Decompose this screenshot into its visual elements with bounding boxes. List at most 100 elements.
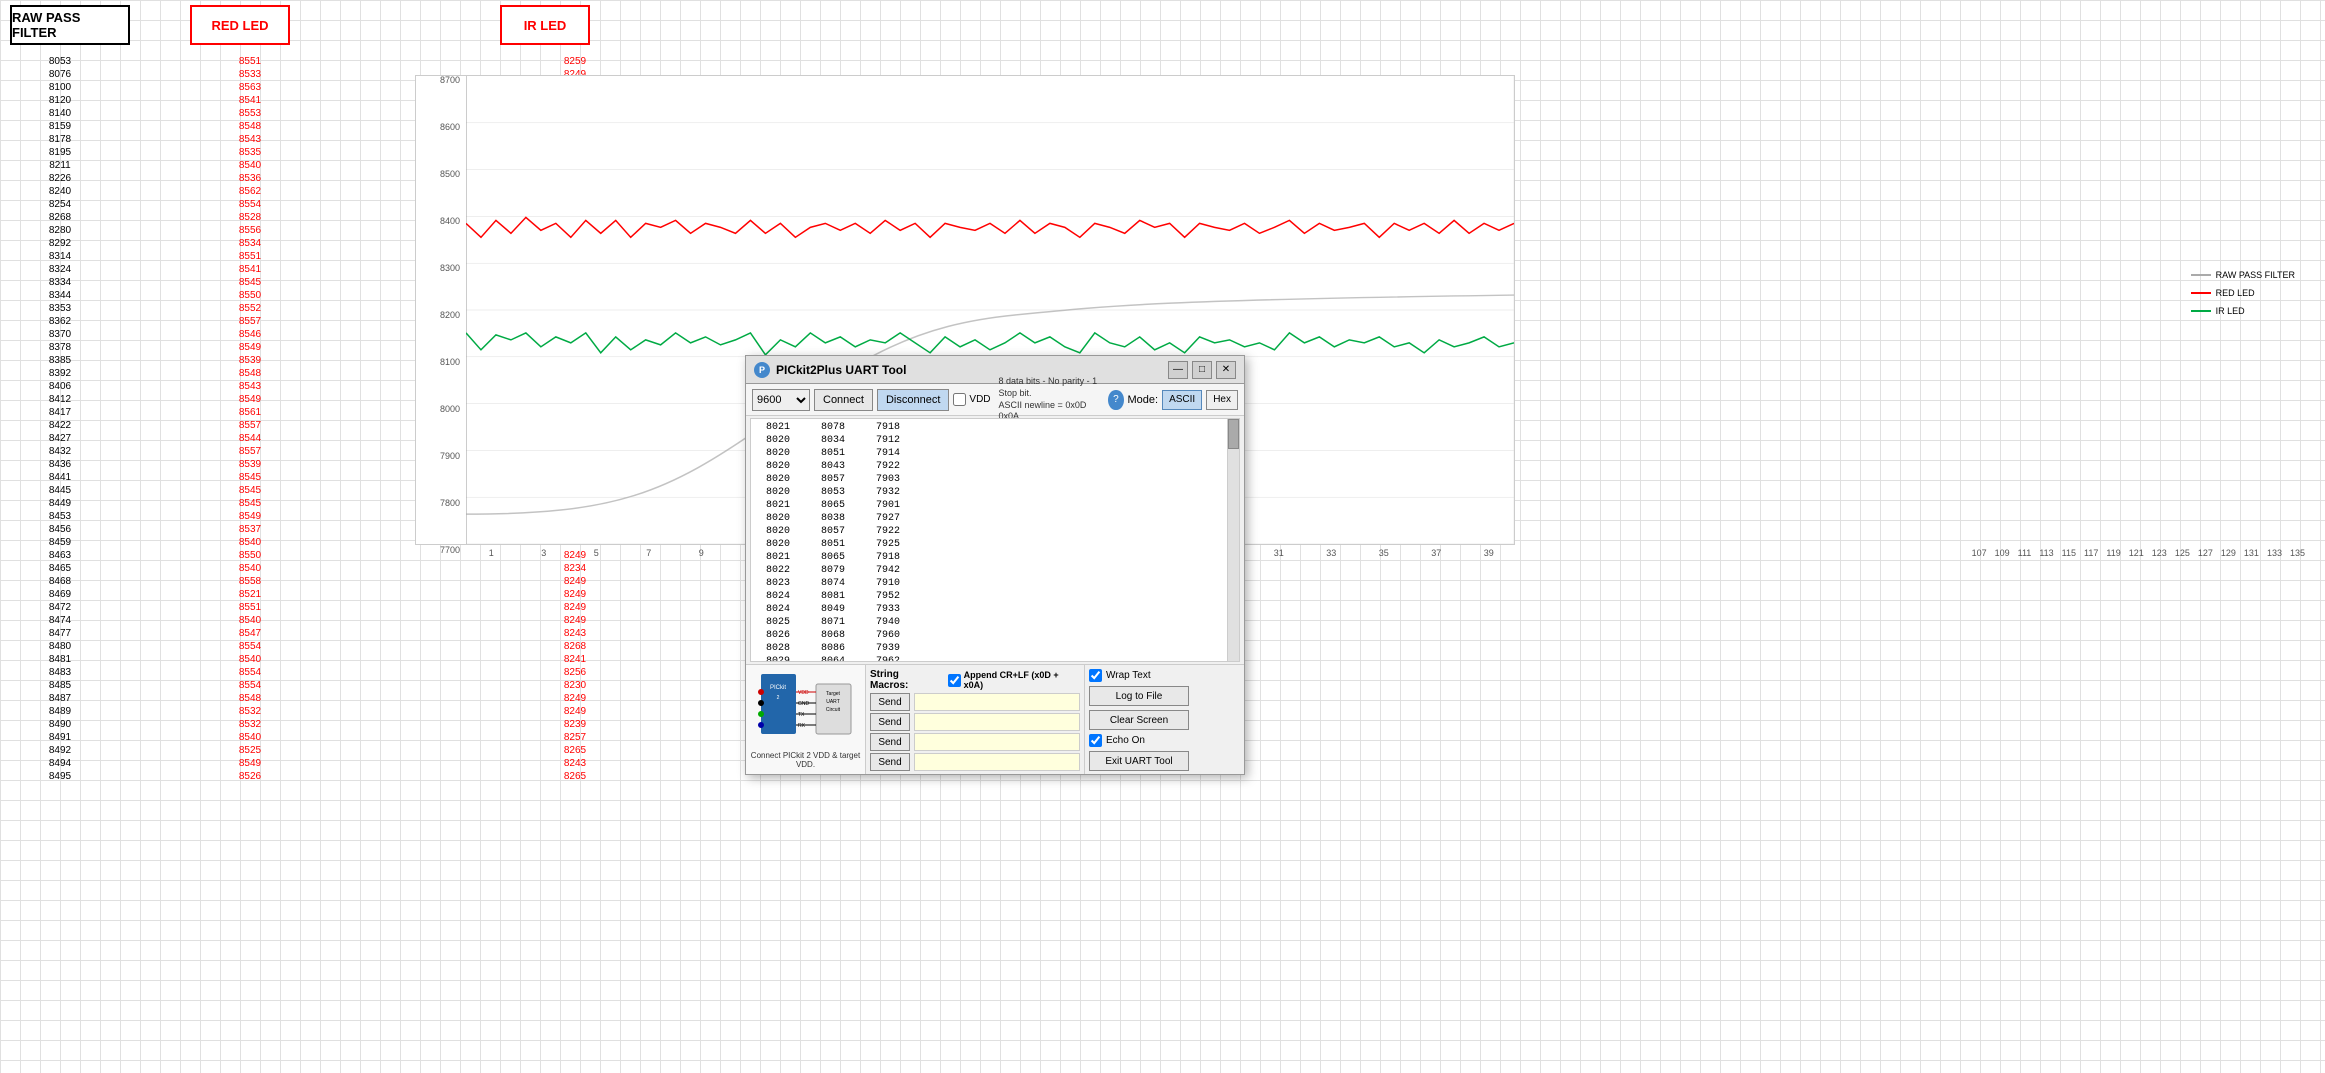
vdd-checkbox-group: VDD (953, 393, 990, 406)
red-cell: 8539 (190, 458, 310, 471)
raw-cell: 8334 (0, 276, 120, 289)
red-cell: 8554 (190, 679, 310, 692)
uart-data-value: 8020 (755, 447, 790, 460)
red-cell: 8548 (190, 367, 310, 380)
raw-cell: 8406 (0, 380, 120, 393)
ir-cell: 8249 (515, 575, 635, 588)
svg-text:RX: RX (798, 723, 806, 729)
log-file-row: Log to File (1089, 686, 1240, 706)
clear-screen-button[interactable]: Clear Screen (1089, 710, 1189, 730)
red-cell: 8549 (190, 393, 310, 406)
y-label-7900: 7900 (440, 451, 460, 461)
ir-cell: 8259 (515, 55, 635, 68)
red-cell: 8557 (190, 419, 310, 432)
raw-cell: 8211 (0, 159, 120, 172)
minimize-button[interactable]: — (1168, 361, 1188, 379)
red-cell: 8558 (190, 575, 310, 588)
wrap-text-checkbox[interactable] (1089, 669, 1102, 682)
y-label-8400: 8400 (440, 216, 460, 226)
uart-data-row: 802680687960 (755, 629, 1235, 642)
uart-data-value: 8049 (810, 603, 845, 616)
echo-on-row: Echo On (1089, 734, 1240, 747)
red-cell: 8540 (190, 731, 310, 744)
raw-cell: 8483 (0, 666, 120, 679)
uart-data-value: 8034 (810, 434, 845, 447)
macro-send-2-button[interactable]: Send (870, 713, 910, 731)
ir-cell: 8249 (515, 705, 635, 718)
circuit-svg: PICkit 2 Target UART Circuit VDD GND TX … (756, 669, 856, 749)
append-checkbox[interactable] (948, 674, 961, 687)
mode-label: Mode: (1128, 394, 1159, 406)
uart-data-row: 802080577922 (755, 525, 1235, 538)
y-label-7800: 7800 (440, 498, 460, 508)
raw-cell: 8477 (0, 627, 120, 640)
uart-scrollbar[interactable] (1227, 419, 1239, 661)
uart-data-value: 7901 (865, 499, 900, 512)
ascii-mode-button[interactable]: ASCII (1162, 390, 1202, 410)
raw-cell: 8449 (0, 497, 120, 510)
red-cell: 8539 (190, 354, 310, 367)
macros-header: String Macros: Append CR+LF (x0D + x0A) (870, 669, 1080, 691)
help-icon[interactable]: ? (1108, 390, 1123, 410)
connect-button[interactable]: Connect (814, 389, 873, 411)
uart-data-row: 802180657918 (755, 551, 1235, 564)
vdd-checkbox[interactable] (953, 393, 966, 406)
red-cell: 8546 (190, 328, 310, 341)
svg-text:Circuit: Circuit (825, 707, 840, 713)
red-cell: 8548 (190, 120, 310, 133)
uart-macros: String Macros: Append CR+LF (x0D + x0A) … (866, 665, 1084, 774)
red-cell: 8543 (190, 380, 310, 393)
uart-title-text: PICkit2Plus UART Tool (776, 363, 906, 377)
red-cell: 8556 (190, 224, 310, 237)
ir-cell: 8257 (515, 731, 635, 744)
raw-cell: 8445 (0, 484, 120, 497)
macro-input-1[interactable] (914, 693, 1080, 711)
macro-send-4-button[interactable]: Send (870, 753, 910, 771)
exit-uart-button[interactable]: Exit UART Tool (1089, 751, 1189, 771)
uart-data-value: 8051 (810, 538, 845, 551)
red-cell: 8540 (190, 653, 310, 666)
raw-cell: 8468 (0, 575, 120, 588)
red-cell: 8554 (190, 666, 310, 679)
macro-input-2[interactable] (914, 713, 1080, 731)
uart-data-value: 8043 (810, 460, 845, 473)
uart-data-area: 8021807879188020803479128020805179148020… (750, 418, 1240, 662)
maximize-button[interactable]: □ (1192, 361, 1212, 379)
uart-scrollbar-thumb[interactable] (1228, 419, 1239, 449)
ir-cell: 8249 (515, 614, 635, 627)
raw-column: 8053807681008120814081598178819582118226… (0, 55, 120, 783)
ir-cell: 8239 (515, 718, 635, 731)
uart-data-row: 802380747910 (755, 577, 1235, 590)
baud-rate-select[interactable]: 9600 19200 38400 115200 (752, 389, 810, 411)
svg-text:2: 2 (776, 695, 779, 701)
hex-mode-button[interactable]: Hex (1206, 390, 1238, 410)
uart-data-row: 802480497933 (755, 603, 1235, 616)
raw-cell: 8456 (0, 523, 120, 536)
log-to-file-button[interactable]: Log to File (1089, 686, 1189, 706)
uart-data-row: 802080537932 (755, 486, 1235, 499)
raw-cell: 8370 (0, 328, 120, 341)
raw-cell: 8432 (0, 445, 120, 458)
close-button[interactable]: ✕ (1216, 361, 1236, 379)
red-cell: 8548 (190, 692, 310, 705)
raw-cell: 8480 (0, 640, 120, 653)
macro-send-3-button[interactable]: Send (870, 733, 910, 751)
uart-data-row: 802180787918 (755, 421, 1235, 434)
disconnect-button[interactable]: Disconnect (877, 389, 949, 411)
uart-data-value: 8024 (755, 590, 790, 603)
echo-on-checkbox[interactable] (1089, 734, 1102, 747)
red-cell: 8563 (190, 81, 310, 94)
svg-text:TX: TX (798, 712, 805, 718)
uart-toolbar: 9600 19200 38400 115200 Connect Disconne… (746, 384, 1244, 416)
uart-data-value: 8024 (755, 603, 790, 616)
macro-input-4[interactable] (914, 753, 1080, 771)
uart-data-value: 8020 (755, 473, 790, 486)
raw-cell: 8453 (0, 510, 120, 523)
ir-cell: 8249 (515, 692, 635, 705)
raw-cell: 8463 (0, 549, 120, 562)
macro-input-3[interactable] (914, 733, 1080, 751)
legend-red: RED LED (2191, 288, 2295, 298)
legend-red-line (2191, 292, 2211, 294)
raw-cell: 8494 (0, 757, 120, 770)
macro-send-1-button[interactable]: Send (870, 693, 910, 711)
